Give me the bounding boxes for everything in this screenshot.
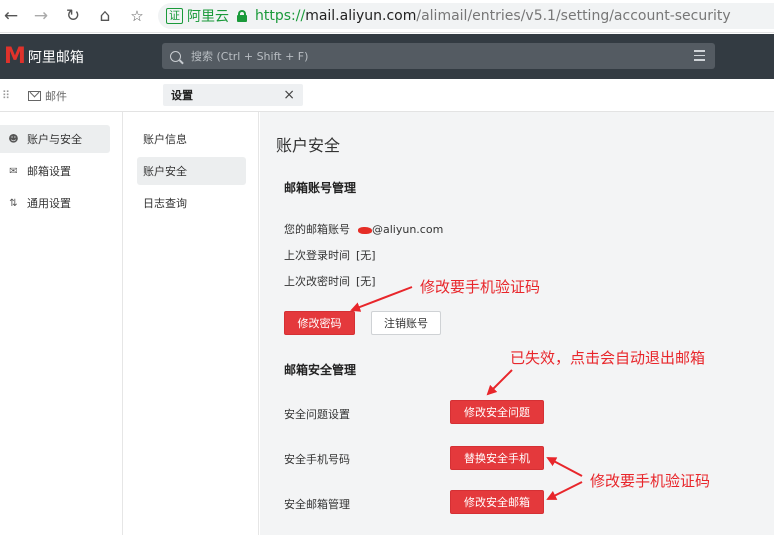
- submenu-item-label: 账户信息: [143, 133, 187, 146]
- logo-text: 阿里邮箱: [27, 50, 84, 66]
- email-row: 您的邮箱账号 @aliyun.com: [284, 221, 443, 237]
- drag-handle-icon[interactable]: ⠿: [2, 89, 10, 102]
- last-password-change-value: [无]: [356, 275, 376, 288]
- security-email-label: 安全邮箱管理: [284, 498, 350, 511]
- home-icon[interactable]: ⌂: [94, 5, 116, 27]
- security-phone-label: 安全手机号码: [284, 453, 350, 466]
- user-icon: ☻: [8, 133, 19, 145]
- account-section-title: 邮箱账号管理: [284, 181, 357, 195]
- certificate-owner: 阿里云: [187, 9, 229, 25]
- tab-mail-label: 邮件: [45, 90, 67, 103]
- replace-security-phone-button[interactable]: 替换安全手机: [450, 446, 544, 470]
- change-password-button[interactable]: 修改密码: [284, 311, 355, 335]
- app-header: M 阿里邮箱 搜索 (Ctrl + Shift + F): [0, 34, 774, 79]
- last-login-row: 上次登录时间 [无]: [284, 247, 376, 263]
- url-path: /alimail/entries/v5.1/setting/account-se…: [416, 8, 731, 24]
- sidebar-item-general-settings[interactable]: ⇅ 通用设置: [0, 189, 110, 217]
- phone-email-annotation: 修改要手机验证码: [590, 472, 711, 490]
- change-security-question-button[interactable]: 修改安全问题: [450, 400, 544, 424]
- sidebar-item-account-security[interactable]: ☻ 账户与安全: [0, 125, 110, 153]
- sidebar-item-mailbox-settings[interactable]: ✉ 邮箱设置: [0, 157, 110, 185]
- last-password-change-row: 上次改密时间 [无]: [284, 273, 376, 289]
- submenu-item-label: 账户安全: [143, 165, 187, 178]
- security-question-label: 安全问题设置: [284, 408, 350, 421]
- sliders-icon: ⇅: [9, 197, 18, 209]
- email-value: @aliyun.com: [372, 223, 444, 236]
- settings-sidebar: ☻ 账户与安全 ✉ 邮箱设置 ⇅ 通用设置: [0, 112, 123, 535]
- security-section-title: 邮箱安全管理: [284, 363, 357, 377]
- search-placeholder: 搜索 (Ctrl + Shift + F): [191, 50, 309, 63]
- sidebar-item-label: 账户与安全: [27, 133, 82, 146]
- last-login-value: [无]: [356, 249, 376, 262]
- tab-settings-label: 设置: [171, 89, 193, 102]
- mailbox-icon: ✉: [9, 165, 18, 177]
- certificate-badge[interactable]: 证: [166, 8, 183, 24]
- email-label: 您的邮箱账号: [284, 223, 350, 236]
- lock-icon[interactable]: [237, 10, 247, 22]
- last-login-label: 上次登录时间: [284, 249, 350, 262]
- submenu-item-log-query[interactable]: 日志查询: [137, 189, 246, 217]
- tab-settings[interactable]: 设置 ×: [163, 84, 303, 106]
- cancel-account-button[interactable]: 注销账号: [371, 311, 441, 335]
- page-title: 账户安全: [276, 136, 341, 155]
- tab-bar: ⠿ 邮件 设置 ×: [0, 79, 774, 112]
- tab-mail[interactable]: 邮件: [28, 88, 67, 104]
- redaction-mark: [358, 226, 372, 234]
- sidebar-item-label: 邮箱设置: [27, 165, 71, 178]
- submenu-item-account-info[interactable]: 账户信息: [137, 125, 246, 153]
- password-annotation: 修改要手机验证码: [420, 278, 541, 296]
- app-logo[interactable]: M 阿里邮箱: [4, 46, 84, 68]
- filter-icon[interactable]: [694, 50, 705, 61]
- settings-submenu: 账户信息 账户安全 日志查询: [124, 112, 259, 535]
- search-icon: [170, 50, 181, 62]
- last-password-change-label: 上次改密时间: [284, 275, 350, 288]
- browser-toolbar: ← → ↻ ⌂ ☆ 证 阿里云 https://mail.aliyun.com /…: [0, 0, 774, 33]
- submenu-item-account-security[interactable]: 账户安全: [137, 157, 246, 185]
- search-input[interactable]: 搜索 (Ctrl + Shift + F): [162, 43, 715, 69]
- change-security-email-button[interactable]: 修改安全邮箱: [450, 490, 544, 514]
- logo-m-icon: M: [4, 44, 26, 69]
- bookmarks-star-icon[interactable]: ☆: [126, 5, 148, 27]
- url-scheme: https://: [255, 8, 306, 24]
- close-icon[interactable]: ×: [283, 87, 295, 103]
- envelope-icon: [28, 91, 41, 101]
- sidebar-item-label: 通用设置: [27, 197, 71, 210]
- address-bar[interactable]: 证 阿里云 https://mail.aliyun.com/alimail/en…: [158, 3, 774, 29]
- forward-arrow-icon[interactable]: →: [30, 5, 52, 27]
- submenu-item-label: 日志查询: [143, 197, 187, 210]
- back-arrow-icon[interactable]: ←: [0, 5, 22, 27]
- question-annotation: 已失效，点击会自动退出邮箱: [510, 349, 706, 367]
- url-host: mail.aliyun.com: [305, 8, 417, 24]
- reload-icon[interactable]: ↻: [62, 5, 84, 27]
